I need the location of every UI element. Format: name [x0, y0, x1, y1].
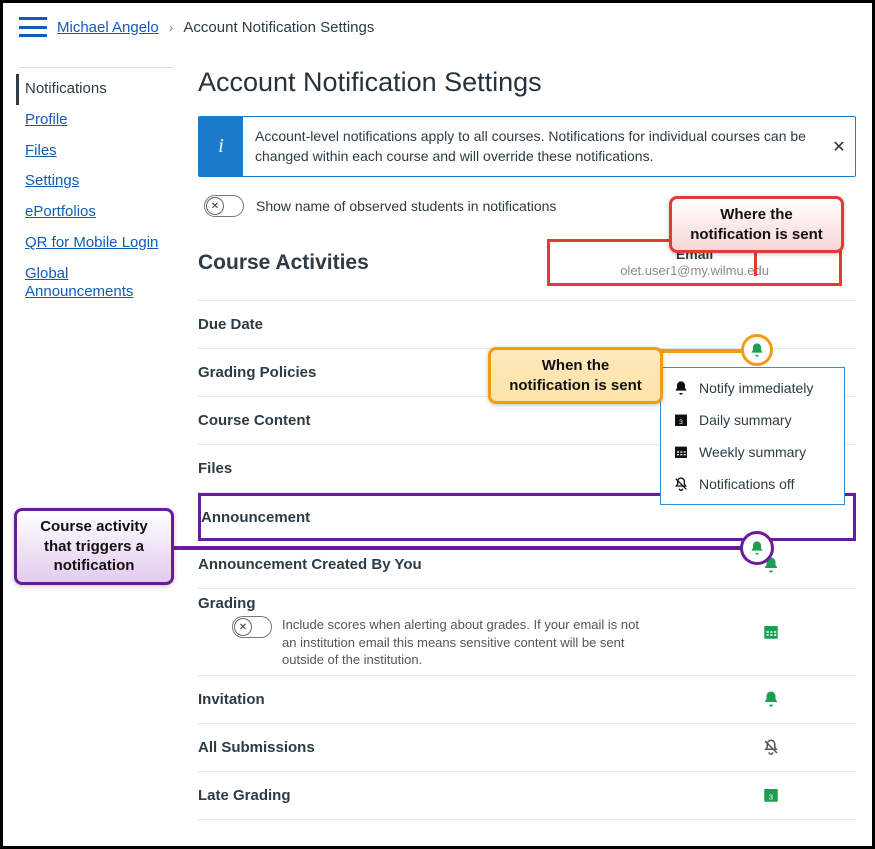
activity-row-label: Grading: [198, 595, 686, 612]
activity-row: Late Grading 3: [198, 772, 856, 820]
annotation-trigger: Course activity that triggers a notifica…: [14, 508, 174, 585]
activity-row: All Submissions: [198, 724, 856, 772]
bell-icon: [673, 380, 689, 396]
sidenav-item-files[interactable]: Files: [19, 136, 174, 167]
notification-frequency-button[interactable]: 3: [762, 786, 780, 804]
popup-option-weekly[interactable]: Weekly summary: [661, 436, 844, 468]
calendar-week-icon: [673, 444, 689, 460]
hamburger-menu-icon[interactable]: [19, 17, 47, 37]
activity-row-label: Course Content: [198, 412, 686, 429]
popup-option-label: Notifications off: [699, 476, 794, 492]
sidenav-item-global-announcements[interactable]: Global Announcements: [19, 259, 174, 309]
channel-address: olet.user1@my.wilmu.edu: [620, 263, 769, 280]
bell-icon: [762, 690, 780, 708]
breadcrumb-user-link[interactable]: Michael Angelo: [57, 19, 159, 36]
activity-row-label: Announcement: [201, 509, 683, 526]
include-scores-toggle[interactable]: ✕: [232, 616, 272, 638]
calendar-day-icon: 3: [762, 786, 780, 804]
bell-icon: [749, 540, 765, 556]
calendar-day-icon: 3: [673, 412, 689, 428]
sidenav-item-qr-mobile[interactable]: QR for Mobile Login: [19, 228, 174, 259]
activity-row-label: Due Date: [198, 316, 686, 333]
bell-off-icon: [762, 738, 780, 756]
activity-row-label: Late Grading: [198, 787, 686, 804]
info-banner-text: Account-level notifications apply to all…: [243, 117, 823, 176]
bell-off-icon: [673, 476, 689, 492]
annotation-where-sent: Where the notification is sent: [669, 196, 844, 253]
notification-frequency-button[interactable]: [762, 690, 780, 708]
annotation-purple-target-ring: [740, 531, 774, 565]
notification-frequency-button[interactable]: [762, 623, 780, 641]
info-banner-close-button[interactable]: ✕: [823, 117, 855, 176]
page-title: Account Notification Settings: [198, 67, 856, 98]
popup-option-daily[interactable]: 3 Daily summary: [661, 404, 844, 436]
popup-option-label: Weekly summary: [699, 444, 806, 460]
popup-option-label: Daily summary: [699, 412, 792, 428]
notification-frequency-button[interactable]: [762, 738, 780, 756]
info-banner: i Account-level notifications apply to a…: [198, 116, 856, 177]
section-title-course-activities: Course Activities: [198, 251, 369, 275]
activity-row-label: Files: [198, 460, 686, 477]
activity-row: Invitation: [198, 676, 856, 724]
activity-row-label: Invitation: [198, 691, 686, 708]
sidenav-item-settings[interactable]: Settings: [19, 166, 174, 197]
svg-text:3: 3: [679, 419, 683, 426]
annotation-orange-target-ring: [741, 334, 773, 366]
breadcrumb-current: Account Notification Settings: [183, 19, 374, 36]
svg-text:3: 3: [769, 793, 773, 802]
activity-row-label: All Submissions: [198, 739, 686, 756]
sidenav-item-notifications[interactable]: Notifications: [16, 74, 174, 105]
info-icon: i: [199, 117, 243, 176]
popup-option-off[interactable]: Notifications off: [661, 468, 844, 500]
activity-row: Grading ✕ Include scores when alerting abo…: [198, 589, 856, 676]
activity-row-label: Announcement Created By You: [198, 556, 686, 573]
annotation-when-sent: When the notification is sent: [488, 347, 663, 404]
bell-icon: [749, 342, 765, 358]
popup-option-immediately[interactable]: Notify immediately: [661, 372, 844, 404]
calendar-week-icon: [762, 623, 780, 641]
breadcrumb-separator: ›: [169, 19, 174, 35]
activity-row-subtext: Include scores when alerting about grade…: [282, 616, 642, 669]
sidenav-item-profile[interactable]: Profile: [19, 105, 174, 136]
annotation-orange-connector: [659, 349, 747, 353]
annotation-purple-connector: [171, 546, 745, 550]
observed-students-toggle-label: Show name of observed students in notifi…: [256, 198, 556, 214]
popup-option-label: Notify immediately: [699, 380, 813, 396]
sidenav-item-eportfolios[interactable]: ePortfolios: [19, 197, 174, 228]
observed-students-toggle[interactable]: ✕: [204, 195, 244, 217]
account-sidenav: Notifications Profile Files Settings ePo…: [19, 67, 174, 820]
frequency-popup: Notify immediately 3 Daily summary Weekl…: [660, 367, 845, 505]
